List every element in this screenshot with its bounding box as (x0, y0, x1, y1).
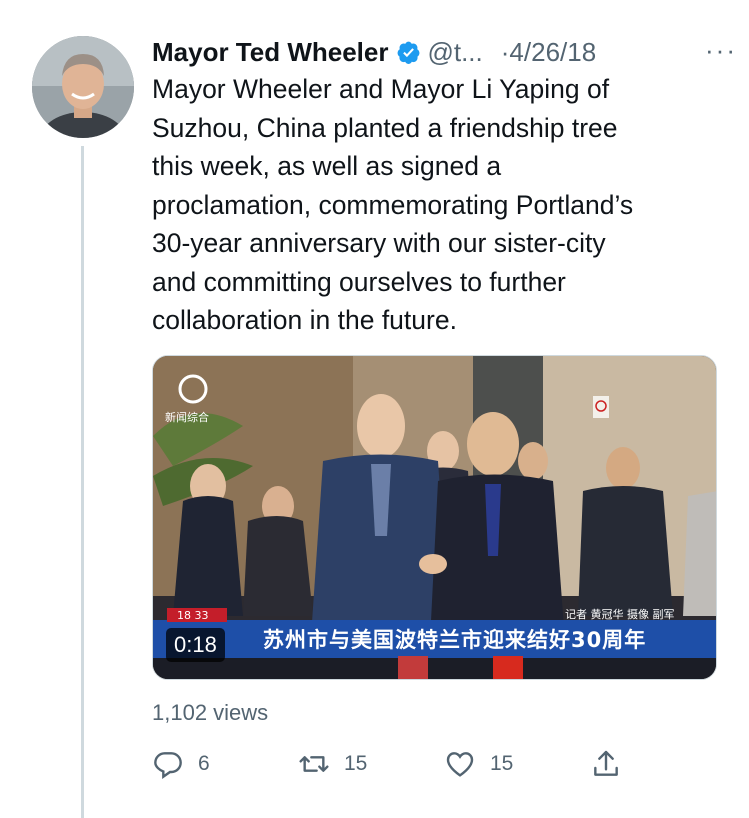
like-button[interactable]: 15 (444, 744, 513, 784)
avatar[interactable] (32, 36, 134, 138)
author-name[interactable]: Mayor Ted Wheeler (152, 37, 388, 68)
view-count: 1,102 views (152, 700, 269, 725)
reply-button[interactable]: 6 (152, 744, 210, 784)
tweet-text: Mayor Wheeler and Mayor Li Yaping of Suz… (152, 74, 634, 335)
action-bar: 6 15 15 (152, 744, 632, 784)
tweet-header: Mayor Ted Wheeler @t... ·4/26/18 ··· (152, 32, 737, 72)
author-handle[interactable]: @t... (427, 37, 482, 68)
reply-count: 6 (198, 752, 210, 775)
like-count: 15 (490, 752, 514, 775)
more-options-icon[interactable]: ··· (705, 35, 737, 66)
video-player[interactable]: 新闻综合 18 33 记者 黄冠华 摄像 副军 苏州市与美国波特兰市迎来结好30… (152, 355, 717, 680)
share-button[interactable] (590, 744, 636, 784)
share-icon (594, 750, 618, 776)
video-timestamp: 18 33 (177, 609, 209, 622)
video-caption: 苏州市与美国波特兰市迎来结好30周年 (263, 628, 647, 652)
retweet-button[interactable]: 15 (298, 744, 367, 784)
video-duration: 0:18 (166, 628, 225, 662)
retweet-icon (299, 756, 329, 772)
verified-badge-icon (396, 40, 421, 65)
video-credits: 记者 黄冠华 摄像 副军 (565, 608, 675, 621)
heart-icon (446, 752, 474, 777)
thread-line (81, 146, 84, 818)
avatar-image (32, 36, 134, 138)
channel-label: 新闻综合 (165, 411, 209, 424)
reply-icon (154, 752, 182, 779)
retweet-count: 15 (344, 752, 368, 775)
tweet-date[interactable]: ·4/26/18 (501, 37, 596, 68)
